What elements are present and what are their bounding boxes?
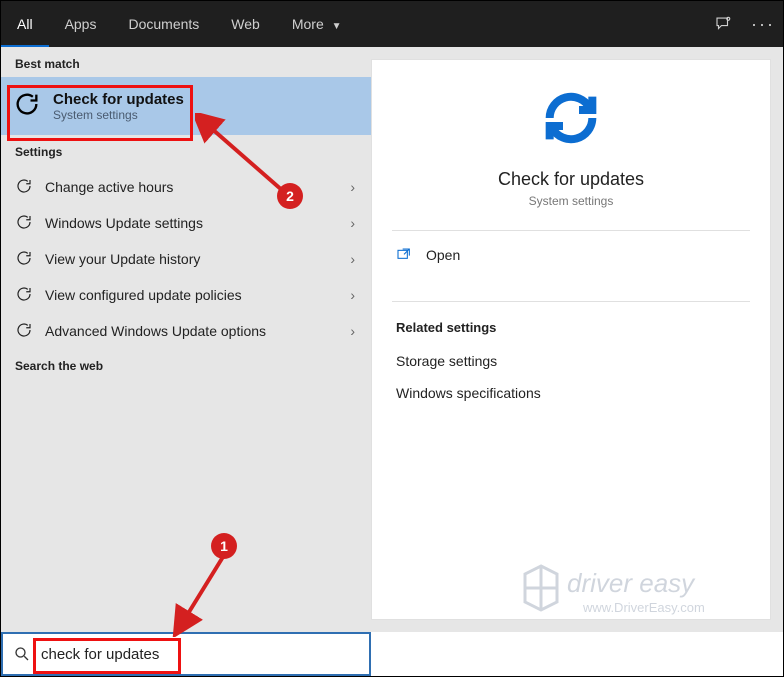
- search-icon: [13, 645, 31, 663]
- settings-item-label: View configured update policies: [45, 287, 242, 303]
- settings-item-label: Change active hours: [45, 179, 173, 195]
- chevron-down-icon: ▼: [332, 21, 342, 32]
- related-setting-item[interactable]: Windows specifications: [372, 377, 770, 409]
- chevron-right-icon: ›: [350, 323, 355, 339]
- tab-apps[interactable]: Apps: [49, 1, 113, 47]
- settings-item[interactable]: Change active hours ›: [1, 169, 371, 205]
- more-dots-icon: ···: [751, 14, 775, 35]
- open-label: Open: [426, 247, 460, 263]
- settings-item[interactable]: Advanced Windows Update options ›: [1, 313, 371, 349]
- related-setting-item[interactable]: Storage settings: [372, 345, 770, 377]
- settings-item-label: Windows Update settings: [45, 215, 203, 231]
- search-body: Best match Check for updates System sett…: [1, 47, 783, 632]
- preview-header: Check for updates System settings: [372, 60, 770, 208]
- settings-item[interactable]: View configured update policies ›: [1, 277, 371, 313]
- settings-item[interactable]: View your Update history ›: [1, 241, 371, 277]
- open-button[interactable]: Open: [372, 231, 770, 279]
- refresh-icon: [539, 86, 603, 155]
- search-bar[interactable]: [1, 632, 371, 676]
- chevron-right-icon: ›: [350, 215, 355, 231]
- refresh-icon: [15, 321, 33, 342]
- tab-more[interactable]: More ▼: [276, 1, 358, 47]
- settings-item-label: Advanced Windows Update options: [45, 323, 266, 339]
- refresh-icon: [15, 285, 33, 306]
- tab-web[interactable]: Web: [215, 1, 276, 47]
- settings-item-label: View your Update history: [45, 251, 200, 267]
- chevron-right-icon: ›: [350, 179, 355, 195]
- section-search-web: Search the web: [1, 349, 371, 379]
- chevron-right-icon: ›: [350, 287, 355, 303]
- settings-item[interactable]: Windows Update settings ›: [1, 205, 371, 241]
- preview-subtitle: System settings: [529, 194, 614, 208]
- best-match-title: Check for updates: [53, 91, 184, 108]
- windows-search-panel: All Apps Documents Web More ▼ ··· Best m…: [0, 0, 784, 677]
- chevron-right-icon: ›: [350, 251, 355, 267]
- search-input[interactable]: [41, 646, 359, 663]
- best-match-text: Check for updates System settings: [53, 91, 184, 122]
- settings-list: Change active hours › Windows Update set…: [1, 165, 371, 349]
- related-settings-header: Related settings: [372, 302, 770, 345]
- tab-more-label: More: [292, 16, 324, 32]
- refresh-icon: [15, 177, 33, 198]
- open-icon: [396, 247, 412, 263]
- section-settings: Settings: [1, 135, 371, 165]
- refresh-icon: [15, 249, 33, 270]
- refresh-icon: [15, 213, 33, 234]
- preview-pane: Check for updates System settings Open R…: [371, 59, 771, 620]
- best-match-subtitle: System settings: [53, 108, 184, 122]
- tab-documents[interactable]: Documents: [112, 1, 215, 47]
- options-button[interactable]: ···: [743, 1, 783, 47]
- search-tabbar: All Apps Documents Web More ▼ ···: [1, 1, 783, 47]
- feedback-icon[interactable]: [703, 1, 743, 47]
- tab-all[interactable]: All: [1, 1, 49, 47]
- best-match-item[interactable]: Check for updates System settings: [1, 77, 371, 135]
- section-best-match: Best match: [1, 47, 371, 77]
- refresh-icon: [13, 90, 41, 123]
- preview-title: Check for updates: [498, 169, 644, 190]
- results-column: Best match Check for updates System sett…: [1, 47, 371, 632]
